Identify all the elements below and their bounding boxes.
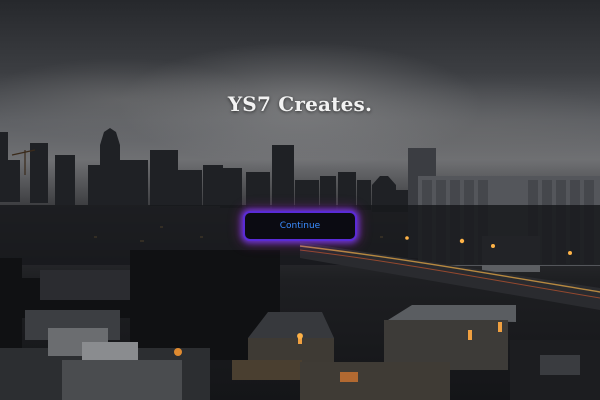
hero-background: YS7 Creates. Continue	[0, 0, 600, 400]
city-skyline-image	[0, 128, 600, 400]
continue-button[interactable]: Continue	[243, 211, 357, 241]
page-title: YS7 Creates.	[227, 92, 373, 116]
